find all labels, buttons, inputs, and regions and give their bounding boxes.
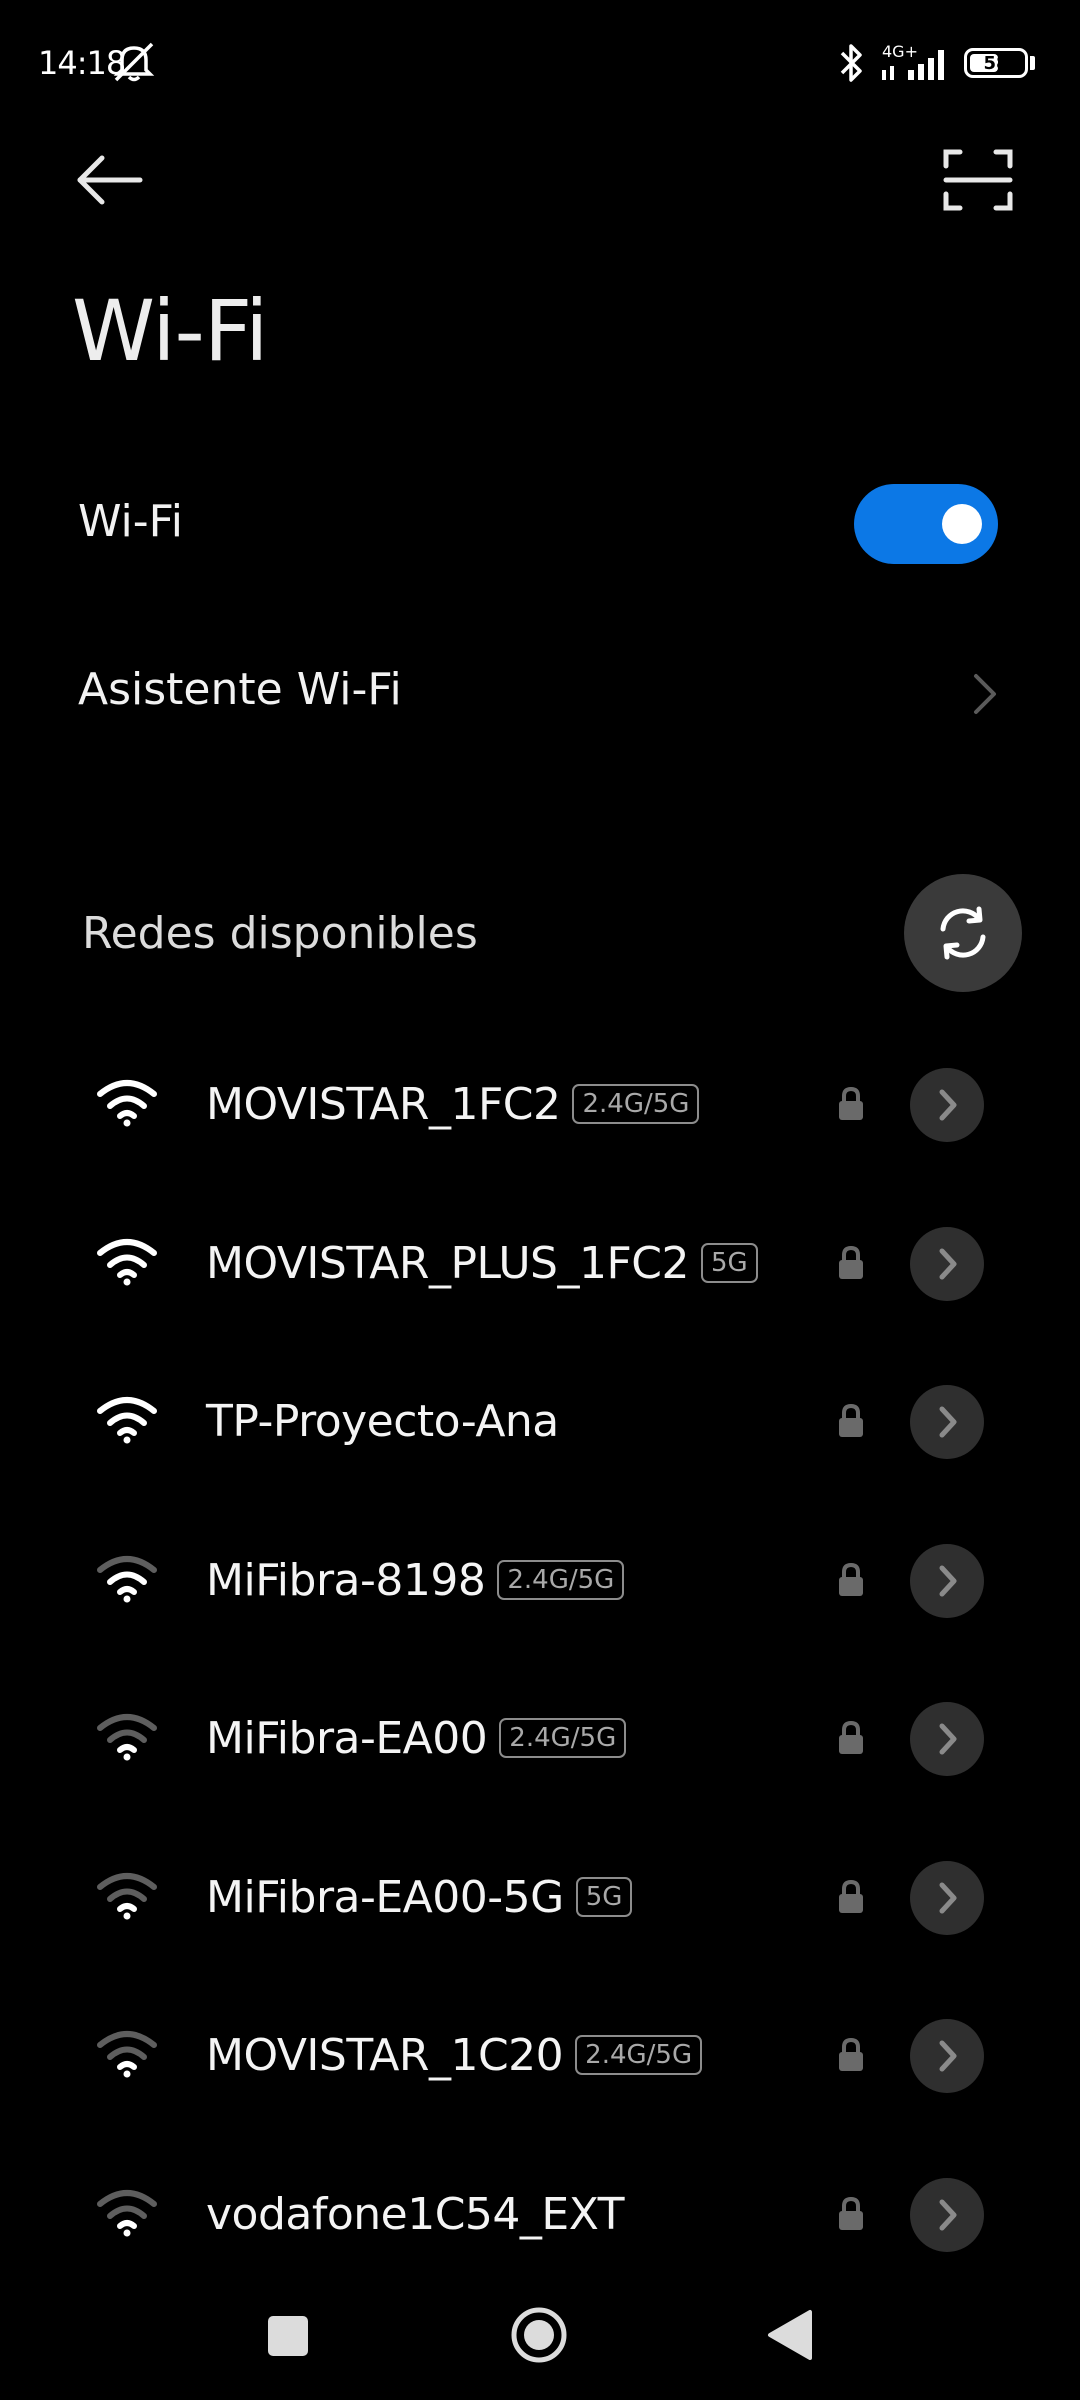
chevron-right-icon	[974, 674, 996, 714]
band-badge: 5G	[700, 1243, 758, 1283]
wifi-signal-icon	[97, 1080, 157, 1127]
lock-icon	[839, 2037, 863, 2071]
network-name-group: MOVISTAR_PLUS_1FC2 5G	[206, 1233, 758, 1293]
wifi-signal-icon	[97, 1714, 157, 1761]
page-title: Wi-Fi	[72, 282, 268, 380]
network-row[interactable]: MOVISTAR_PLUS_1FC2 5G	[0, 1189, 1080, 1347]
network-name-group: TP-Proyecto-Ana	[206, 1391, 559, 1451]
network-details-button[interactable]	[910, 1861, 984, 1935]
lock-icon	[839, 1086, 863, 1120]
toggle-knob	[942, 504, 982, 544]
wifi-signal-icon	[97, 1873, 157, 1920]
wifi-signal-icon	[97, 2190, 157, 2237]
band-badge: 2.4G/5G	[497, 1560, 625, 1600]
network-name-group: MiFibra-8198 2.4G/5G	[206, 1550, 625, 1610]
band-badge: 5G	[575, 1877, 633, 1917]
network-name-group: MOVISTAR_1FC2 2.4G/5G	[206, 1074, 700, 1134]
band-badge: 2.4G/5G	[499, 1718, 627, 1758]
network-name: MiFibra-8198	[206, 1554, 486, 1606]
network-details-button[interactable]	[910, 1068, 984, 1142]
network-details-button[interactable]	[910, 1702, 984, 1776]
network-name: MOVISTAR_1FC2	[206, 1078, 561, 1130]
lock-icon	[839, 1403, 863, 1437]
network-name-group: MOVISTAR_1C20 2.4G/5G	[206, 2025, 703, 2085]
chevron-right-icon	[939, 1406, 957, 1438]
network-name: MOVISTAR_PLUS_1FC2	[206, 1237, 689, 1289]
scan-qr-button[interactable]	[942, 146, 1014, 214]
battery-tip	[1030, 56, 1035, 70]
chevron-right-icon	[939, 1089, 957, 1121]
network-name-group: MiFibra-EA00 2.4G/5G	[206, 1708, 627, 1768]
wifi-signal-icon	[97, 1397, 157, 1444]
wifi-signal-icon	[97, 1239, 157, 1286]
available-networks-title: Redes disponibles	[82, 908, 478, 959]
scan-qr-icon	[943, 149, 1013, 211]
network-row[interactable]: MOVISTAR_1FC2 2.4G/5G	[0, 1030, 1080, 1188]
refresh-button[interactable]	[904, 874, 1022, 992]
network-name: MiFibra-EA00-5G	[206, 1871, 564, 1923]
network-row[interactable]: MiFibra-EA00 2.4G/5G	[0, 1664, 1080, 1822]
network-details-button[interactable]	[910, 2019, 984, 2093]
network-row[interactable]: MOVISTAR_1C20 2.4G/5G	[0, 1981, 1080, 2139]
chevron-right-icon	[939, 1248, 957, 1280]
network-name: TP-Proyecto-Ana	[206, 1395, 559, 1447]
back-button[interactable]	[70, 148, 154, 212]
arrow-left-icon	[77, 155, 143, 205]
network-details-button[interactable]	[910, 2178, 984, 2252]
band-badge: 2.4G/5G	[572, 1084, 700, 1124]
network-row[interactable]: MiFibra-EA00-5G 5G	[0, 1823, 1080, 1981]
lock-icon	[839, 1562, 863, 1596]
chevron-right-icon	[939, 1565, 957, 1597]
chevron-right-icon	[939, 2040, 957, 2072]
navigation-bar	[0, 2280, 1080, 2400]
network-details-button[interactable]	[910, 1544, 984, 1618]
band-badge: 2.4G/5G	[575, 2035, 703, 2075]
wifi-assistant-label: Asistente Wi-Fi	[78, 664, 402, 715]
recents-square-icon[interactable]	[268, 2316, 308, 2356]
status-bar: 14:18 4G+ 58	[0, 0, 1080, 130]
lock-icon	[839, 2196, 863, 2230]
network-details-button[interactable]	[910, 1227, 984, 1301]
chevron-right-icon	[939, 1882, 957, 1914]
network-row[interactable]: TP-Proyecto-Ana	[0, 1347, 1080, 1505]
network-row[interactable]: vodafone1C54_EXT	[0, 2140, 1080, 2298]
chevron-right-icon	[939, 1723, 957, 1755]
bluetooth-icon	[840, 44, 862, 82]
wifi-toggle-label: Wi-Fi	[78, 496, 183, 547]
lock-icon	[839, 1879, 863, 1913]
mute-notifications-icon	[113, 42, 155, 82]
lock-icon	[839, 1720, 863, 1754]
network-row[interactable]: MiFibra-8198 2.4G/5G	[0, 1506, 1080, 1664]
refresh-icon	[940, 906, 986, 960]
battery-icon: 58	[964, 48, 1028, 78]
network-details-button[interactable]	[910, 1385, 984, 1459]
back-triangle-icon[interactable]	[766, 2308, 814, 2362]
network-name-group: MiFibra-EA00-5G 5G	[206, 1867, 633, 1927]
wifi-signal-icon	[97, 1556, 157, 1603]
lock-icon	[839, 1245, 863, 1279]
signal-icon	[882, 50, 944, 80]
home-circle-icon[interactable]	[510, 2306, 568, 2364]
network-name-group: vodafone1C54_EXT	[206, 2184, 624, 2244]
battery-level: 58	[983, 53, 1009, 74]
network-name: vodafone1C54_EXT	[206, 2188, 624, 2240]
network-name: MOVISTAR_1C20	[206, 2029, 564, 2081]
wifi-signal-icon	[97, 2031, 157, 2078]
network-name: MiFibra-EA00	[206, 1712, 488, 1764]
chevron-right-icon	[939, 2199, 957, 2231]
wifi-toggle-switch[interactable]	[854, 484, 998, 564]
